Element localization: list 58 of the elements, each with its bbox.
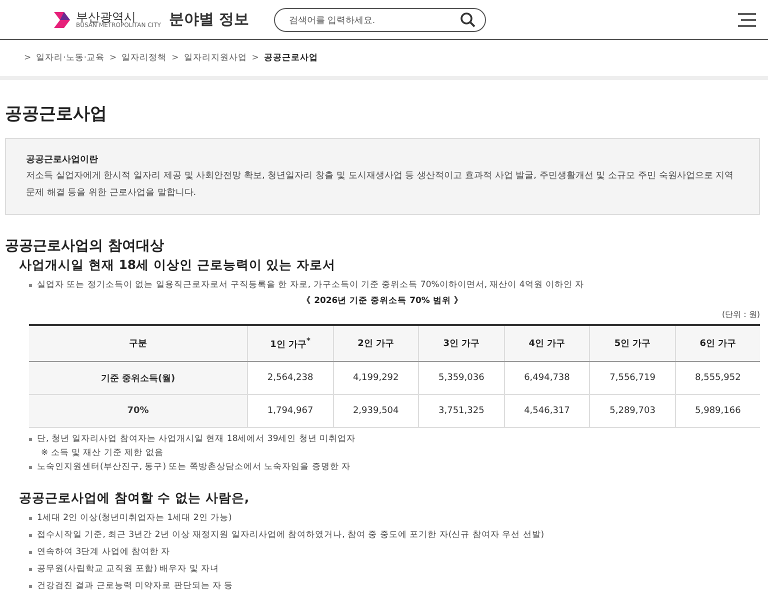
- menu-icon[interactable]: [738, 12, 756, 26]
- table-cell: 6,494,738: [504, 362, 590, 394]
- breadcrumb-link[interactable]: 공공근로사업: [264, 52, 318, 64]
- table-caption: 《 2026년 기준 중위소득 70% 범위 》: [301, 295, 464, 307]
- bullet-icon: [29, 551, 32, 554]
- breadcrumb-separator: >: [172, 53, 179, 63]
- column-header: 1인 가구$^{*}$: [248, 325, 334, 362]
- breadcrumb-link[interactable]: 일자리정책: [122, 52, 167, 64]
- breadcrumb-link[interactable]: 일자리·노동·교육: [36, 52, 105, 64]
- list-item-text: 공무원(사립학교 교직원 포함) 배우자 및 자녀: [37, 563, 220, 576]
- list-item-text: 접수시작일 기준, 최근 3년간 2년 이상 재정지원 일자리사업에 참여하였거나, 참여 중 중도에 포기한 자(신규 참여자 우선 선발): [37, 529, 544, 542]
- bullet-icon: [29, 534, 32, 537]
- table-cell: 2,564,238: [248, 362, 334, 394]
- logo-icon: [52, 10, 72, 30]
- bullet-icon: [29, 517, 32, 520]
- list-item-text: 건강검진 결과 근로능력 미약자로 판단되는 자 등: [37, 580, 234, 593]
- breadcrumb-separator: >: [24, 53, 32, 63]
- info-title: 공공근로사업이란: [26, 154, 99, 166]
- column-header: 6인 가구: [675, 325, 760, 362]
- note-text: 노숙인지원센터(부산진구, 동구) 또는 쪽방촌상담소에서 노숙자임을 증명한 자: [37, 461, 351, 474]
- table-cell: 5,289,703: [590, 394, 676, 428]
- table-cell: 5,359,036: [418, 362, 504, 394]
- breadcrumb-link[interactable]: 일자리지원사업: [184, 52, 247, 64]
- table-cell: 7,556,719: [590, 362, 676, 394]
- bullet-icon: [29, 466, 32, 468]
- search-field[interactable]: 검색어를 입력하세요.: [274, 8, 486, 32]
- breadcrumb-separator: >: [110, 53, 117, 63]
- table-cell: 3,751,325: [418, 394, 504, 428]
- bullet-icon: [29, 568, 32, 571]
- table-cell: 1,794,967: [248, 394, 334, 428]
- bullet-icon: [29, 284, 32, 287]
- column-header: 3인 가구: [418, 325, 504, 362]
- subsection-title: 사업개시일 현재 18세 이상인 근로능력이 있는 자로서: [19, 257, 337, 274]
- unit-label: (단위 : 원): [722, 309, 760, 320]
- section-title: 공공근로사업의 참여대상: [5, 237, 165, 255]
- search-icon[interactable]: [460, 12, 476, 28]
- row-header: 기준 중위소득(월): [29, 362, 248, 394]
- page-title: 공공근로사업: [5, 103, 108, 125]
- list-item-text: 1세대 2인 이상(청년미취업자는 1세대 2인 가능): [37, 512, 232, 525]
- site-title: 분야별 정보: [168, 10, 250, 29]
- column-header: 5인 가구: [590, 325, 676, 362]
- table-cell: 2,939,504: [333, 394, 419, 428]
- column-header: 구분: [29, 325, 248, 362]
- info-text: 저소득 실업자에게 한시적 일자리 제공 및 사회안전망 확보, 청년일자리 창출 및 도시재생사업 등 생산적이고 효과적 사업 발굴, 주민생활개선 및 소규모 주민 숙원사업으로 지역 문제 해결 등을 위한 근로사업을 말합니다.: [26, 170, 735, 200]
- breadcrumb-separator: >: [252, 53, 259, 63]
- column-header: 4인 가구: [504, 325, 590, 362]
- table-cell: 4,199,292: [333, 362, 419, 394]
- note-text: ※ 소득 및 재산 기준 제한 없음: [41, 447, 164, 460]
- bullet-icon: [29, 585, 32, 588]
- note-text: 실업자 또는 정기소득이 없는 일용직근로자로서 구직등록을 한 자로, 가구소득이 기준 중위소득 70%이하이면서, 재산이 4억원 이하인 자: [37, 279, 584, 292]
- column-header: 2인 가구: [333, 325, 419, 362]
- subsection-title: 공공근로사업에 참여할 수 없는 사람은,: [19, 490, 250, 507]
- table-cell: 4,546,317: [504, 394, 590, 428]
- note-text: 단, 청년 일자리사업 참여자는 사업개시일 현재 18세에서 39세인 청년 미취업자: [37, 433, 356, 446]
- list-item-text: 연속하여 3단계 사업에 참여한 자: [37, 546, 170, 559]
- bullet-icon: [29, 438, 32, 440]
- logo-text: 부산광역시: [76, 10, 136, 22]
- row-header: 70%: [29, 394, 248, 428]
